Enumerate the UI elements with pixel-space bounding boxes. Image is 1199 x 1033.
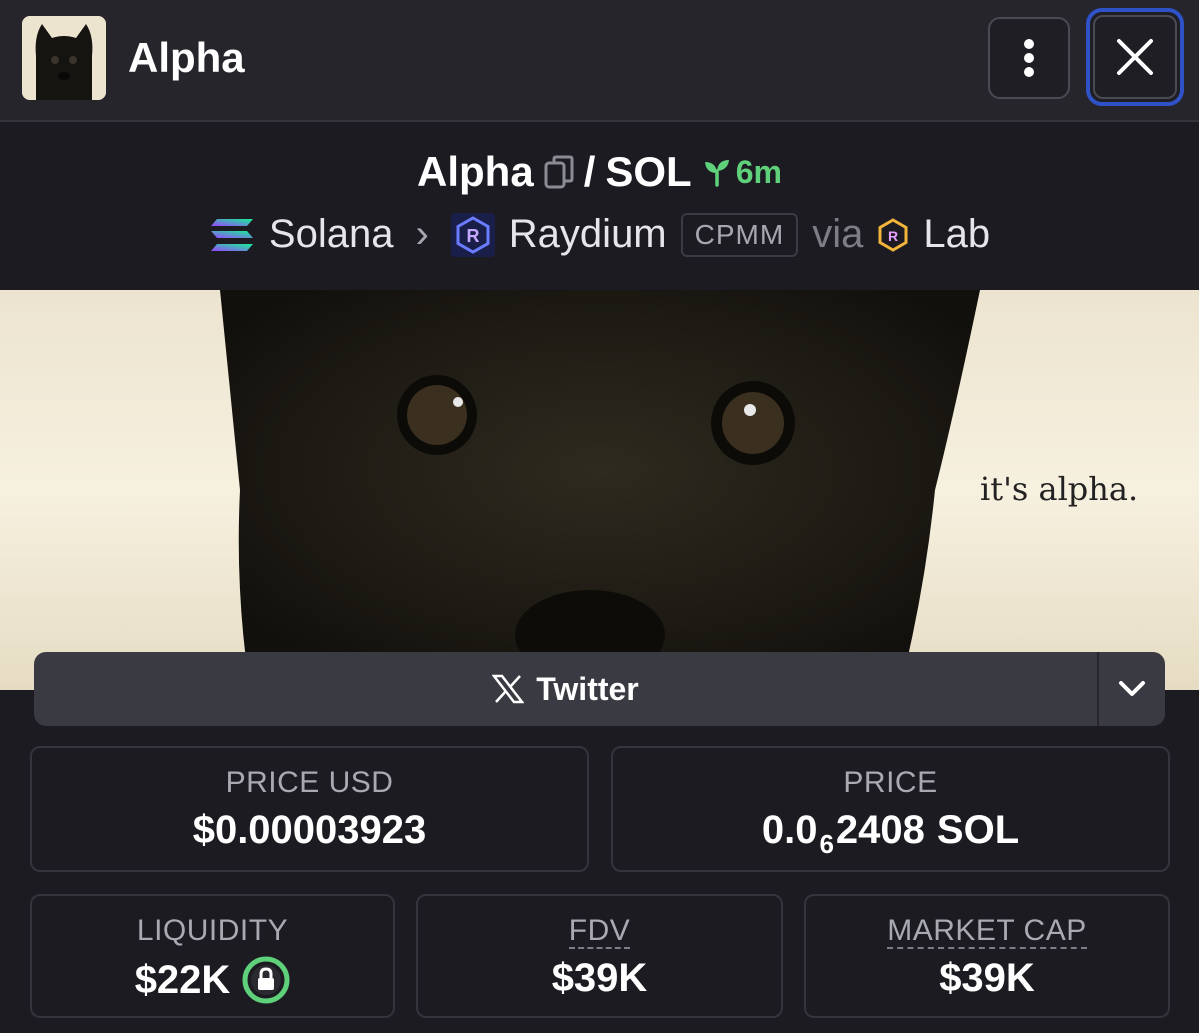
price-native-card: PRICE 0.0 6 2408 SOL xyxy=(611,746,1170,872)
market-cap-label[interactable]: MARKET CAP xyxy=(887,914,1087,949)
base-token-name: Alpha xyxy=(417,148,534,195)
price-digits: 2408 xyxy=(835,808,925,852)
pair-info: Alpha / SOL 6m Solana › R Raydium CPMM v… xyxy=(0,124,1199,290)
twitter-link-button[interactable]: Twitter xyxy=(34,652,1097,726)
banner-caption: it's alpha. xyxy=(980,470,1139,508)
fdv-value: $39K xyxy=(551,956,648,1000)
price-unit: SOL xyxy=(936,808,1020,852)
lab-icon: R xyxy=(877,217,909,252)
price-usd-card: PRICE USD $0.00003923 xyxy=(30,746,589,872)
price-native-value: 0.0 6 2408 SOL xyxy=(613,808,1168,859)
kebab-vertical-icon xyxy=(1024,39,1034,77)
price-usd-value: $0.00003923 xyxy=(192,808,427,852)
quote-token-name: SOL xyxy=(605,148,692,195)
svg-text:R: R xyxy=(466,226,479,246)
social-dropdown-button[interactable] xyxy=(1097,652,1165,726)
svg-text:R: R xyxy=(888,228,898,244)
market-cap-card: MARKET CAP $39K xyxy=(804,894,1170,1018)
page-title: Alpha xyxy=(128,34,245,81)
price-zero-count: 6 xyxy=(819,829,834,859)
sprout-icon xyxy=(704,160,729,187)
x-logo-icon xyxy=(492,674,525,704)
pair-separator: / xyxy=(583,148,596,195)
more-options-button[interactable] xyxy=(988,17,1070,99)
pair-age: 6m xyxy=(702,154,782,191)
token-avatar xyxy=(22,16,106,100)
breadcrumb-chevron: › xyxy=(415,212,429,256)
launchpad-link[interactable]: Lab xyxy=(923,212,990,257)
close-icon xyxy=(1117,39,1153,75)
price-prefix: 0.0 xyxy=(761,808,818,852)
copy-icon[interactable] xyxy=(544,155,574,189)
fdv-card: FDV $39K xyxy=(416,894,783,1018)
token-banner-image: it's alpha. xyxy=(0,290,1199,690)
raydium-icon: R xyxy=(450,212,495,257)
fdv-label[interactable]: FDV xyxy=(568,914,631,949)
market-cap-value: $39K xyxy=(939,956,1035,1000)
market-cap-label-wrap[interactable]: MARKET CAP xyxy=(806,914,1168,949)
price-usd-label: PRICE USD xyxy=(225,766,394,799)
solana-icon xyxy=(209,217,255,253)
chain-link[interactable]: Solana xyxy=(269,212,394,257)
liquidity-label: LIQUIDITY xyxy=(136,914,289,947)
social-links-bar: Twitter xyxy=(34,652,1165,726)
chevron-down-icon xyxy=(1119,681,1145,696)
twitter-label: Twitter xyxy=(536,670,639,707)
app-header: Alpha xyxy=(0,0,1199,122)
liquidity-value: $22K xyxy=(134,957,231,1002)
liquidity-value-row: $22K xyxy=(32,956,393,1004)
pair-age-label: 6m xyxy=(735,153,782,190)
fdv-label-wrap[interactable]: FDV xyxy=(418,914,781,949)
dex-link[interactable]: Raydium xyxy=(509,212,667,257)
pool-type-badge: CPMM xyxy=(680,212,799,257)
close-button[interactable] xyxy=(1086,8,1184,106)
liquidity-card: LIQUIDITY $22K xyxy=(30,894,395,1018)
via-label: via xyxy=(812,212,864,256)
lock-icon[interactable] xyxy=(242,956,290,1004)
price-native-label: PRICE xyxy=(843,766,938,799)
